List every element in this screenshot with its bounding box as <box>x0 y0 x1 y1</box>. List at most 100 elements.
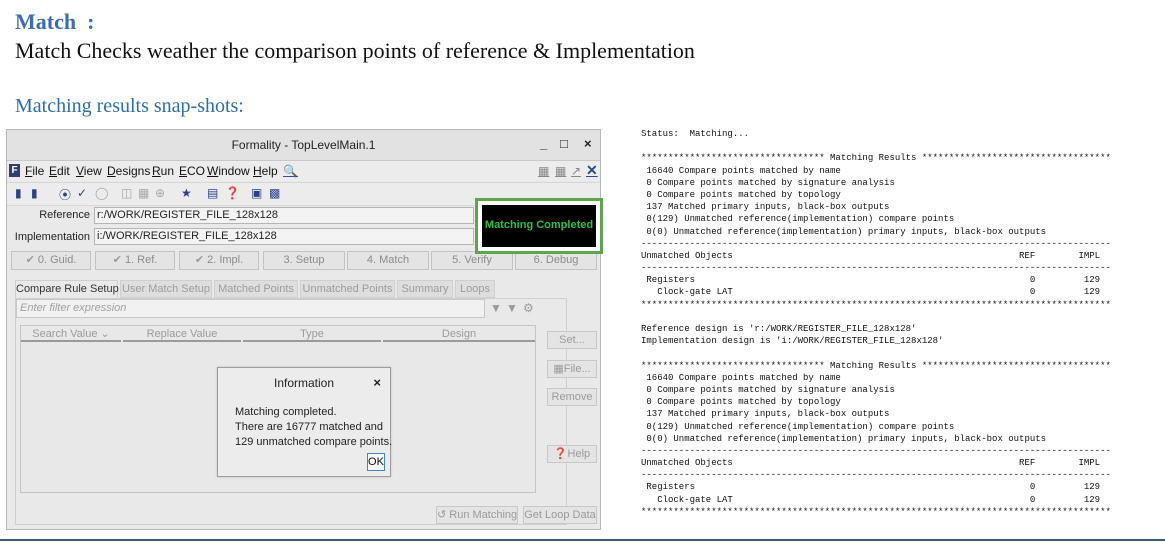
check-icon: ✔ <box>112 254 125 266</box>
log-line: Reference design is 'r:/WORK/REGISTER_FI… <box>641 324 917 334</box>
filter-settings-icon[interactable]: ⚙ <box>523 301 534 315</box>
impl-load-icon[interactable]: ▮ <box>31 186 38 200</box>
zoom-icon[interactable]: ⊕ <box>155 186 165 200</box>
log-line: 0 Compare points matched by signature an… <box>641 384 895 395</box>
help-icon[interactable]: ❓ <box>225 186 240 200</box>
slide-subtitle: Match Checks weather the comparison poin… <box>15 38 695 63</box>
dialog-line-3: 129 unmatched compare points. <box>235 436 393 448</box>
menu-edit[interactable]: Edit <box>49 164 70 178</box>
tab-user-match-setup[interactable]: User Match Setup <box>120 280 212 298</box>
matching-completed-banner: Matching Completed <box>475 198 603 254</box>
set-button[interactable]: Set... <box>547 331 597 349</box>
log-line: 137 Matched primary inputs, black-box ou… <box>641 202 890 213</box>
filter-clear-icon[interactable]: ▼ <box>506 301 518 315</box>
ok-button[interactable]: OK <box>367 453 385 471</box>
check-icon: ✔ <box>194 254 208 266</box>
log-line: 0 Compare points matched by signature an… <box>641 177 895 188</box>
dialog-close-button[interactable]: × <box>373 375 381 390</box>
step-label: 1. Ref. <box>124 254 158 266</box>
log-line: Clock-gate LAT 0 129 <box>641 494 1101 505</box>
log-line: Implementation design is 'i:/WORK/REGIST… <box>641 336 944 347</box>
run-matching-button[interactable]: ↺ Run Matching <box>436 506 518 524</box>
log-line: Unmatched Objects REF IMPL <box>641 458 1101 469</box>
close-button[interactable]: × <box>584 136 592 151</box>
log-line: ****************************************… <box>641 299 1111 310</box>
step-implementation[interactable]: ✔ 2. Impl. <box>179 251 259 270</box>
open-folder-icon[interactable]: ▣ <box>251 186 262 200</box>
file-button[interactable]: ▦File... <box>547 360 597 378</box>
step-setup[interactable]: 3. Setup <box>263 251 345 270</box>
filter-input[interactable]: Enter filter expression <box>16 299 485 318</box>
snapshots-heading: Matching results snap-shots: <box>15 95 244 117</box>
column-design[interactable]: Design <box>383 326 535 342</box>
log-line: 0(0) Unmatched reference(implementation)… <box>641 433 1047 444</box>
log-line: Status: Matching... <box>641 129 750 139</box>
layout-icon[interactable]: ▦ <box>538 164 549 178</box>
dialog-line-2: There are 16777 matched and <box>235 421 383 433</box>
reference-field[interactable]: r:/WORK/REGISTER_FILE_128x128 <box>94 207 474 224</box>
get-loop-data-button[interactable]: Get Loop Data <box>523 506 597 524</box>
menu-window[interactable]: Window <box>207 164 250 178</box>
column-search-value[interactable]: Search Value ⌄ <box>21 326 121 342</box>
filter-icon[interactable]: ▼ <box>490 301 502 315</box>
step-reference[interactable]: ✔ 1. Ref. <box>95 251 175 270</box>
column-label: Search Value <box>32 328 98 340</box>
remove-button[interactable]: Remove <box>547 388 597 406</box>
run-icon: ↺ <box>437 509 447 521</box>
save-icon[interactable]: ▩ <box>269 186 280 200</box>
flow-steps: ✔ 0. Guid. ✔ 1. Ref. ✔ 2. Impl. 3. Setup… <box>7 251 600 272</box>
binoculars-icon[interactable]: ★ <box>181 186 192 200</box>
menu-eco[interactable]: ECO <box>179 164 205 178</box>
tab-compare-rule-setup[interactable]: Compare Rule Setup <box>15 280 119 298</box>
help-button[interactable]: ❓Help <box>547 445 597 463</box>
tab-unmatched-points[interactable]: Unmatched Points <box>300 280 395 298</box>
log-line: ----------------------------------------… <box>641 238 1111 249</box>
step-label: 0. Guid. <box>37 254 77 266</box>
menu-designs[interactable]: Designs <box>107 164 150 178</box>
tab-loops[interactable]: Loops <box>455 280 495 298</box>
report-icon[interactable]: ▤ <box>207 186 218 200</box>
log-line: Registers 0 129 <box>641 275 1101 286</box>
log-line: ----------------------------------------… <box>641 445 1111 456</box>
information-dialog: Information × Matching completed. There … <box>217 367 393 477</box>
implementation-field[interactable]: i:/WORK/REGISTER_FILE_128x128 <box>94 228 474 245</box>
log-line: 0(0) Unmatched reference(implementation)… <box>641 226 1047 237</box>
step-guidance[interactable]: ✔ 0. Guid. <box>11 251 91 270</box>
match-icon[interactable]: ⦿ <box>59 186 71 203</box>
log-line: ****************************************… <box>641 506 1111 517</box>
log-line: 0 Compare points matched by topology <box>641 189 841 200</box>
file-icon: ▦ <box>553 363 564 375</box>
log-line: 137 Matched primary inputs, black-box ou… <box>641 409 890 420</box>
minimize-button[interactable]: _ <box>540 136 547 151</box>
formality-app-icon: F <box>9 164 20 177</box>
undock-icon[interactable]: ↗ <box>571 164 581 178</box>
step-label: 2. Impl. <box>207 254 244 266</box>
search-icon[interactable]: 🔍 <box>283 164 298 178</box>
menu-run[interactable]: Run <box>152 164 174 178</box>
menu-view[interactable]: View <box>76 164 102 178</box>
step-match[interactable]: 4. Match <box>347 251 429 270</box>
help-button-label: Help <box>567 448 591 460</box>
tab-summary[interactable]: Summary <box>397 280 453 298</box>
verify-icon[interactable]: ✓ <box>77 186 87 200</box>
menu-file[interactable]: File <box>25 164 44 178</box>
column-type[interactable]: Type <box>243 326 381 342</box>
close-session-icon[interactable]: ✕ <box>586 162 598 179</box>
log-line: 16640 Compare points matched by name <box>641 165 841 176</box>
log-line: ----------------------------------------… <box>641 470 1111 481</box>
maximize-button[interactable]: □ <box>560 136 568 151</box>
tab-matched-points[interactable]: Matched Points <box>214 280 298 298</box>
slide-title: Match : <box>15 9 95 34</box>
menu-help[interactable]: Help <box>253 164 278 178</box>
help-circle-icon: ❓ <box>553 448 568 460</box>
save-layout-icon[interactable]: ▦ <box>555 164 566 178</box>
dialog-title: Information <box>273 376 335 390</box>
implementation-label: Implementation <box>14 231 90 243</box>
stop-icon[interactable]: ◯ <box>95 186 108 200</box>
ref-load-icon[interactable]: ▮ <box>15 186 22 200</box>
table-icon[interactable]: ▦ <box>138 186 149 200</box>
column-replace-value[interactable]: Replace Value <box>123 326 241 342</box>
schematic-icon[interactable]: ◫ <box>121 186 132 200</box>
